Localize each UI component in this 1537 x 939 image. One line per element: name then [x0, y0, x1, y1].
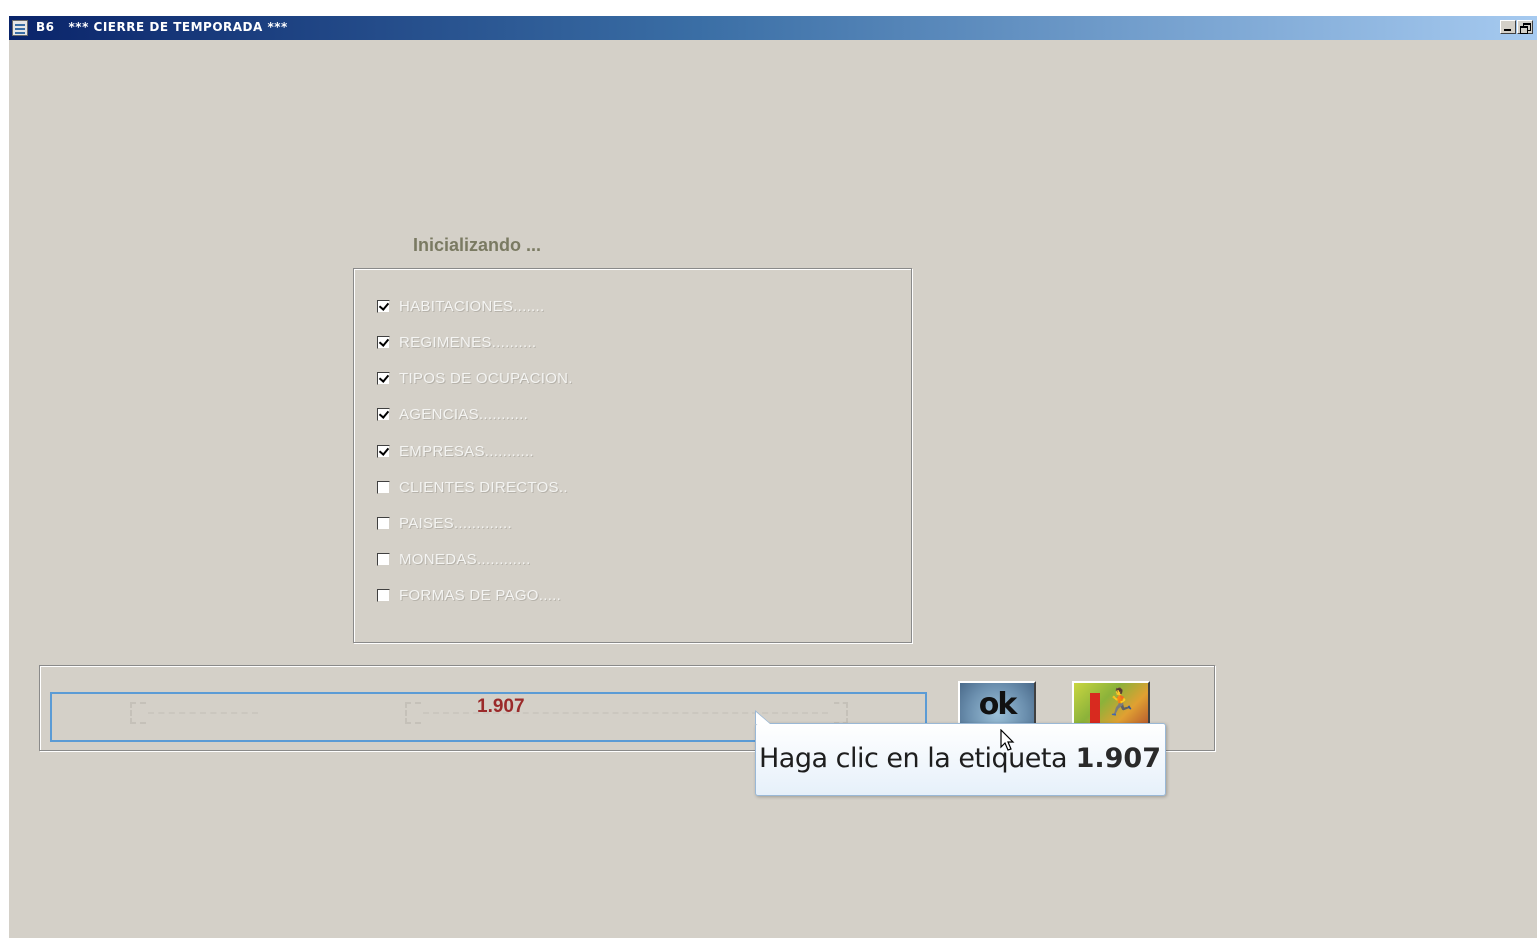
window-title: B6 *** CIERRE DE TEMPORADA ***: [36, 20, 288, 34]
exit-button[interactable]: 🏃: [1072, 681, 1150, 729]
minimize-button[interactable]: [1500, 20, 1516, 34]
item-label: FORMAS DE PAGO.....: [399, 586, 562, 604]
app-icon[interactable]: [12, 20, 28, 36]
item-label: TIPOS DE OCUPACION.: [399, 369, 573, 387]
item-clientes-directos[interactable]: CLIENTES DIRECTOS..: [377, 477, 568, 497]
item-agencias[interactable]: AGENCIAS...........: [377, 404, 528, 424]
ok-button[interactable]: ok: [958, 681, 1036, 729]
item-formas-de-pago[interactable]: FORMAS DE PAGO.....: [377, 585, 561, 605]
progress-value[interactable]: 1.907: [477, 696, 525, 718]
items-group-frame: HABITACIONES....... REGIMENES.......... …: [353, 268, 912, 643]
item-label: AGENCIAS...........: [399, 405, 529, 423]
tooltip-tail: [756, 712, 770, 724]
exit-door-icon: [1090, 693, 1100, 723]
item-habitaciones[interactable]: HABITACIONES.......: [377, 296, 544, 316]
item-tipos-de-ocupacion[interactable]: TIPOS DE OCUPACION.: [377, 368, 573, 388]
running-figure-icon: 🏃: [1104, 687, 1137, 717]
checkbox[interactable]: [377, 516, 390, 530]
tooltip: Haga clic en la etiqueta 1.907: [755, 710, 1166, 796]
faded-bracket: [405, 702, 421, 724]
checkbox[interactable]: [377, 444, 390, 458]
item-regimenes[interactable]: REGIMENES..........: [377, 332, 536, 352]
ok-icon: ok: [978, 687, 1018, 722]
item-label: REGIMENES..........: [399, 333, 537, 351]
faded-bracket: [834, 702, 848, 724]
item-label: HABITACIONES.......: [399, 297, 545, 315]
faded-bracket: [130, 702, 146, 724]
restore-button[interactable]: [1517, 20, 1533, 34]
item-paises[interactable]: PAISES.............: [377, 513, 512, 533]
checkbox[interactable]: [377, 552, 390, 566]
item-label: PAISES.............: [399, 514, 512, 532]
item-empresas[interactable]: EMPRESAS...........: [377, 441, 534, 461]
checkbox[interactable]: [377, 371, 390, 385]
faded-text: [148, 712, 258, 714]
app-window: B6 *** CIERRE DE TEMPORADA *** Inicializ…: [9, 16, 1537, 938]
title-bar[interactable]: B6 *** CIERRE DE TEMPORADA ***: [9, 16, 1537, 40]
item-label: CLIENTES DIRECTOS..: [399, 478, 568, 496]
section-heading: Inicializando ...: [413, 235, 542, 255]
item-monedas[interactable]: MONEDAS............: [377, 549, 531, 569]
checkbox[interactable]: [377, 588, 390, 602]
checkbox[interactable]: [377, 299, 390, 313]
tooltip-value: 1.907: [1075, 743, 1161, 774]
tooltip-text: Haga clic en la etiqueta: [759, 743, 1068, 774]
item-label: MONEDAS............: [399, 550, 531, 568]
checkbox[interactable]: [377, 480, 390, 494]
item-label: EMPRESAS...........: [399, 442, 534, 460]
checkbox[interactable]: [377, 407, 390, 421]
checkbox[interactable]: [377, 335, 390, 349]
